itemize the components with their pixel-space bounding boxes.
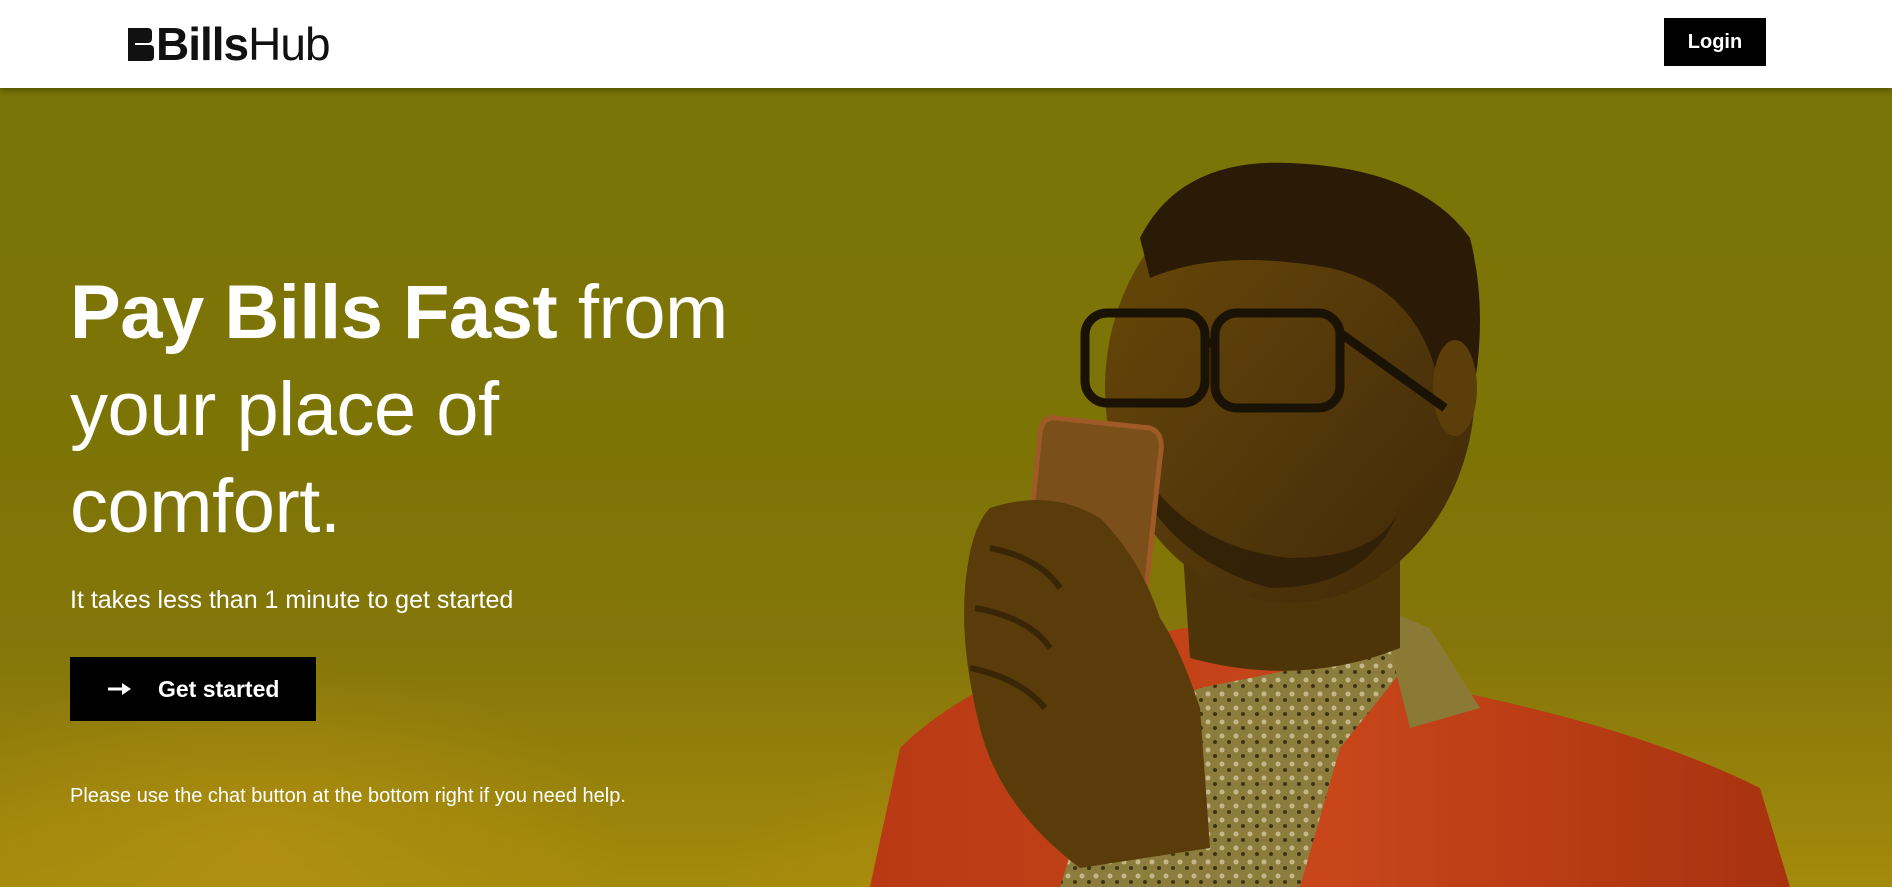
logo-mark-icon bbox=[128, 28, 154, 61]
headline-bold: Pay Bills Fast bbox=[70, 270, 558, 355]
login-button[interactable]: Login bbox=[1664, 18, 1766, 66]
get-started-button[interactable]: Get started bbox=[70, 657, 316, 721]
top-navbar: BillsHub Login bbox=[0, 0, 1892, 88]
hero-subtitle: It takes less than 1 minute to get start… bbox=[70, 586, 514, 614]
help-text: Please use the chat button at the bottom… bbox=[70, 785, 626, 807]
logo-light-text: Hub bbox=[248, 18, 330, 70]
arrow-right-icon bbox=[108, 683, 131, 695]
hero-headline: Pay Bills Fast from your place of comfor… bbox=[70, 264, 770, 555]
get-started-label: Get started bbox=[158, 675, 280, 702]
logo-bold-text: Bills bbox=[156, 18, 249, 70]
hero-section: Pay Bills Fast from your place of comfor… bbox=[0, 88, 1892, 887]
logo-text: BillsHub bbox=[156, 18, 331, 70]
billshub-logo[interactable]: BillsHub bbox=[128, 18, 331, 70]
